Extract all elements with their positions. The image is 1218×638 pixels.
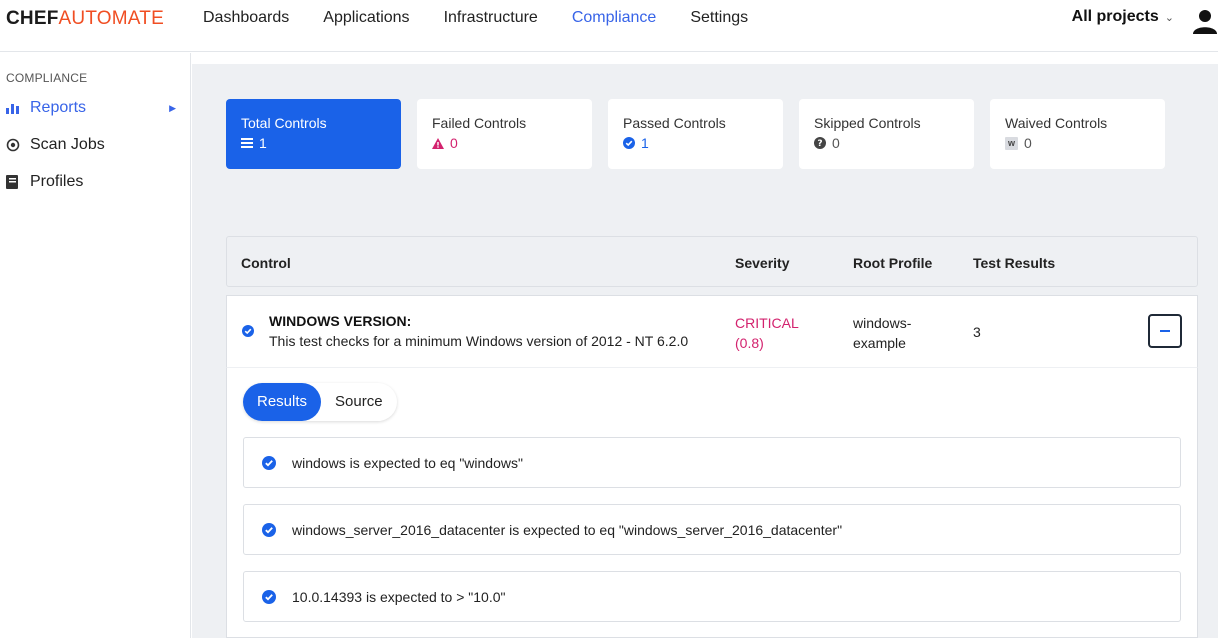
severity-level: CRITICAL	[735, 315, 799, 331]
tab-results[interactable]: Results	[243, 383, 322, 421]
failed-controls-card[interactable]: Failed Controls 0	[417, 99, 592, 169]
result-text: windows is expected to eq "windows"	[292, 454, 523, 471]
svg-text:?: ?	[817, 139, 822, 149]
check-circle-icon	[262, 522, 276, 537]
detail-tabs: Results Source	[243, 383, 397, 421]
sidebar-item-reports[interactable]: Reports ▶	[6, 97, 184, 119]
control-description: This test checks for a minimum Windows v…	[269, 333, 689, 349]
control-title: WINDOWS VERSION:	[269, 313, 412, 329]
profile-line-1: windows-	[853, 315, 912, 331]
sidebar-item-label: Reports	[30, 99, 87, 116]
tab-source[interactable]: Source	[321, 383, 397, 421]
nav-infrastructure[interactable]: Infrastructure	[444, 0, 538, 52]
logo-chef-text: CHEF	[6, 8, 59, 29]
header-root-profile[interactable]: Root Profile	[853, 255, 932, 271]
list-icon	[241, 138, 253, 148]
sidebar: COMPLIANCE Reports ▶ Scan Jobs Profiles	[0, 53, 191, 638]
card-title: Failed Controls	[432, 115, 527, 131]
result-item: windows_server_2016_datacenter is expect…	[243, 504, 1181, 555]
sidebar-item-scan-jobs[interactable]: Scan Jobs	[6, 134, 184, 156]
warning-triangle-icon	[432, 137, 444, 149]
card-title: Passed Controls	[623, 115, 726, 131]
passed-controls-card[interactable]: Passed Controls 1	[608, 99, 783, 169]
projects-label: All projects	[1071, 8, 1159, 25]
sidebar-item-label: Scan Jobs	[30, 136, 105, 153]
test-results-count: 3	[973, 324, 981, 340]
skipped-controls-card[interactable]: Skipped Controls ? 0	[799, 99, 974, 169]
logo-automate-text: AUTOMATE	[58, 8, 164, 29]
result-text: 10.0.14393 is expected to > "10.0"	[292, 588, 506, 605]
total-controls-card[interactable]: Total Controls 1	[226, 99, 401, 169]
projects-dropdown[interactable]: All projects ⌄	[1072, 8, 1174, 26]
card-value: 0	[450, 135, 458, 151]
card-title: Total Controls	[241, 115, 327, 131]
card-title: Skipped Controls	[814, 115, 921, 131]
nav-settings[interactable]: Settings	[690, 0, 748, 52]
card-value: 1	[259, 135, 267, 151]
check-circle-icon	[242, 325, 254, 337]
nav-dashboards[interactable]: Dashboards	[203, 0, 289, 52]
check-circle-icon	[262, 455, 276, 470]
sidebar-item-profiles[interactable]: Profiles	[6, 171, 184, 193]
card-value: 0	[1024, 135, 1032, 151]
check-circle-icon	[623, 137, 635, 149]
minus-icon	[1160, 330, 1170, 332]
book-icon	[6, 175, 24, 189]
chevron-down-icon: ⌄	[1164, 12, 1174, 24]
top-navbar: CHEFAUTOMATE Dashboards Applications Inf…	[0, 0, 1218, 52]
header-test-results[interactable]: Test Results	[973, 255, 1055, 271]
main-content: Total Controls 1 Failed Controls 0 Passe…	[192, 64, 1218, 638]
sidebar-heading: COMPLIANCE	[6, 71, 88, 85]
header-control[interactable]: Control	[241, 255, 291, 271]
controls-table-header: Control Severity Root Profile Test Resul…	[226, 236, 1198, 287]
nav-compliance[interactable]: Compliance	[572, 0, 656, 52]
table-row[interactable]: WINDOWS VERSION: This test checks for a …	[226, 295, 1198, 367]
collapse-button[interactable]	[1148, 314, 1182, 348]
result-item: 10.0.14393 is expected to > "10.0"	[243, 571, 1181, 622]
check-circle-icon	[262, 589, 276, 604]
waived-controls-card[interactable]: Waived Controls w 0	[990, 99, 1165, 169]
card-value: 1	[641, 135, 649, 151]
user-icon[interactable]	[1192, 8, 1218, 34]
severity-score: (0.8)	[735, 335, 764, 351]
waived-icon: w	[1005, 136, 1018, 150]
question-circle-icon: ?	[814, 137, 826, 149]
scan-icon	[6, 138, 24, 152]
result-item: windows is expected to eq "windows"	[243, 437, 1181, 488]
root-profile-value: windows- example	[853, 313, 911, 353]
result-text: windows_server_2016_datacenter is expect…	[292, 521, 843, 538]
card-value: 0	[832, 135, 840, 151]
main-nav: Dashboards Applications Infrastructure C…	[203, 0, 782, 52]
caret-right-icon: ▶	[169, 102, 176, 113]
profile-line-2: example	[853, 335, 906, 351]
bar-chart-icon	[6, 102, 24, 114]
severity-value: CRITICAL (0.8)	[735, 313, 799, 353]
chef-automate-logo[interactable]: CHEFAUTOMATE	[6, 8, 164, 30]
sidebar-item-label: Profiles	[30, 173, 84, 190]
nav-applications[interactable]: Applications	[323, 0, 409, 52]
card-title: Waived Controls	[1005, 115, 1108, 131]
header-severity[interactable]: Severity	[735, 255, 789, 271]
control-detail-panel: Results Source windows is expected to eq…	[226, 367, 1198, 638]
